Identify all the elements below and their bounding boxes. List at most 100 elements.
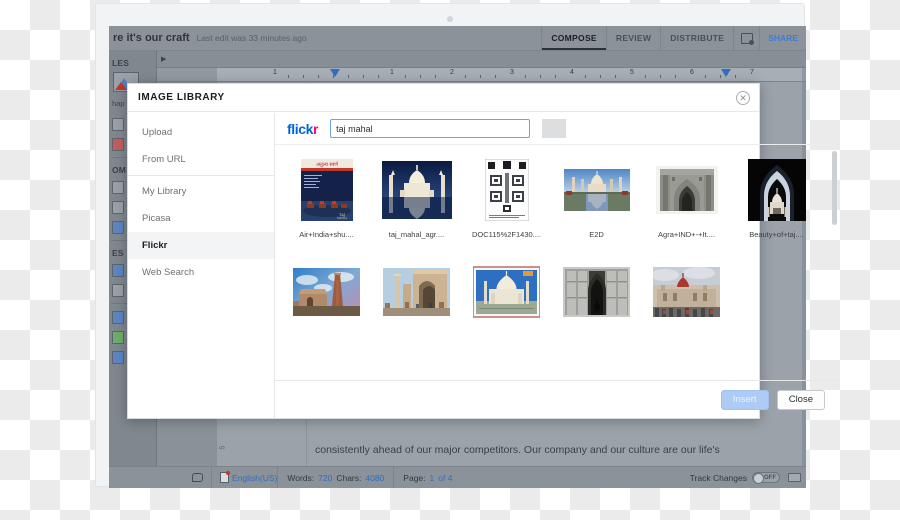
nav-item-upload[interactable]: Upload	[128, 119, 274, 146]
rail-item-label: hap	[112, 100, 125, 108]
document-title[interactable]: re it's our craft	[109, 32, 190, 44]
document-paragraph-line: consistently ahead of our major competit…	[315, 444, 720, 456]
ruler-number: 5	[630, 69, 634, 76]
keyboard-icon[interactable]	[788, 473, 801, 482]
result-item[interactable]: E2D	[557, 159, 636, 239]
indent-marker-left[interactable]	[330, 69, 340, 77]
puzzle-icon	[112, 284, 124, 297]
toggle-state-label: OFF	[764, 475, 776, 481]
track-changes-control[interactable]: Track Changes OFF	[690, 472, 788, 483]
chars-value: 4080	[365, 473, 384, 483]
tab-review[interactable]: REVIEW	[606, 26, 660, 50]
chars-label: Chars:	[336, 473, 361, 483]
indent-marker-right[interactable]	[721, 69, 731, 77]
result-item[interactable]	[557, 261, 636, 332]
close-circle-icon[interactable]: ✕	[736, 91, 750, 105]
ruler-number: 2	[450, 69, 454, 76]
tab-distribute[interactable]: DISTRIBUTE	[660, 26, 733, 50]
scrollbar-thumb[interactable]	[832, 151, 837, 225]
tab-compose[interactable]: COMPOSE	[541, 26, 606, 50]
svg-text:अतुल्य स्वर्ण: अतुल्य स्वर्ण	[316, 161, 339, 168]
close-button[interactable]: Close	[777, 390, 825, 410]
result-item[interactable]: अतुल्य स्वर्ण	[287, 159, 366, 239]
result-item[interactable]: taj_mahal_agr....	[377, 159, 456, 239]
comment-icon[interactable]	[192, 473, 203, 482]
words-label: Words:	[287, 473, 314, 483]
thumbnail-image	[382, 159, 452, 221]
document-ruler[interactable]: 1 1 2 3 4 5 6 7	[157, 68, 806, 82]
results-row-2	[275, 261, 839, 332]
nav-item-from-url[interactable]: From URL	[128, 146, 274, 173]
search-bar: flickr	[275, 113, 839, 145]
words-value: 720	[318, 473, 332, 483]
page-side-marker: 5	[219, 446, 226, 450]
search-submit-button[interactable]	[542, 119, 566, 138]
ruler-number: 6	[690, 69, 694, 76]
result-item[interactable]: Agra+IND+-+It....	[647, 159, 726, 239]
result-item[interactable]: DOC115%2F1430....	[467, 159, 546, 239]
result-caption: E2D	[589, 230, 604, 239]
dialog-footer: Insert Close	[275, 380, 839, 418]
notifications-button[interactable]	[733, 26, 759, 50]
dialog-title: IMAGE LIBRARY	[138, 92, 225, 103]
rail-section-heading-1: LES	[109, 54, 156, 70]
search-results-area[interactable]: अतुल्य स्वर्ण	[275, 145, 839, 380]
insert-button[interactable]: Insert	[721, 390, 769, 410]
window-dot-indicator	[447, 16, 453, 22]
thumbnail-image	[383, 261, 450, 323]
thumbnail-image	[748, 159, 806, 221]
equation-icon	[112, 118, 124, 131]
language-indicator[interactable]: English(US)	[211, 467, 277, 488]
ruler-number: 4	[570, 69, 574, 76]
svg-text:MAHAL: MAHAL	[337, 216, 348, 220]
results-scrollbar[interactable]	[833, 147, 838, 378]
flickr-logo-part1: flick	[287, 121, 313, 137]
editor-statusbar: English(US) Words: 720 Chars: 4080 Page:…	[109, 466, 806, 488]
page-total: of 4	[438, 473, 452, 483]
result-caption: Agra+IND+-+It....	[658, 230, 715, 239]
result-item[interactable]: Beauty+of+taj....	[737, 159, 816, 239]
notification-bell-icon	[741, 33, 753, 44]
result-caption: Beauty+of+taj....	[749, 230, 804, 239]
editor-tool-strip: ▶	[157, 51, 806, 68]
thumbnail-image	[473, 261, 540, 323]
strip-expand-icon[interactable]: ▶	[157, 55, 170, 63]
thumbnail-image	[564, 159, 630, 221]
page-label: Page:	[403, 473, 425, 483]
last-edit-status: Last edit was 33 minutes ago	[197, 33, 307, 43]
thumbnail-image	[293, 261, 360, 323]
editor-tabs: COMPOSE REVIEW DISTRIBUTE SHARE	[541, 26, 806, 50]
flickr-logo-part2: r	[313, 121, 318, 137]
image-library-dialog: IMAGE LIBRARY ✕ Upload From URL My Libra…	[127, 83, 760, 419]
result-item[interactable]	[377, 261, 456, 332]
thumbnail-image	[485, 159, 529, 221]
track-changes-label: Track Changes	[690, 473, 747, 483]
flickr-logo: flickr	[287, 121, 318, 137]
spellcheck-icon	[220, 472, 229, 483]
nav-item-flickr[interactable]: Flickr	[128, 232, 274, 259]
dialog-source-nav: Upload From URL My Library Picasa Flickr…	[128, 113, 275, 418]
nav-item-web-search[interactable]: Web Search	[128, 259, 274, 286]
page-indicator-group[interactable]: Page: 1 of 4	[393, 467, 461, 488]
nav-divider	[128, 175, 274, 176]
share-button[interactable]: SHARE	[759, 26, 806, 50]
nav-item-my-library[interactable]: My Library	[128, 178, 274, 205]
result-item[interactable]	[647, 261, 726, 332]
video-icon	[112, 138, 124, 151]
dialog-body: Upload From URL My Library Picasa Flickr…	[128, 113, 759, 418]
result-item[interactable]	[467, 261, 546, 332]
ruler-number: 1	[273, 69, 277, 76]
language-label: English(US)	[232, 473, 277, 483]
dialog-content: flickr अतुल्य स्वर्ण	[275, 113, 839, 418]
screenshot-canvas: re it's our craft Last edit was 33 minut…	[0, 0, 900, 520]
result-caption: taj_mahal_agr....	[389, 230, 444, 239]
search-input[interactable]	[330, 119, 530, 138]
window-titlebar	[96, 4, 804, 27]
bookmark-icon	[112, 264, 124, 277]
result-caption: Air+India+shu....	[299, 230, 354, 239]
result-item[interactable]	[287, 261, 366, 332]
nav-item-picasa[interactable]: Picasa	[128, 205, 274, 232]
track-changes-toggle[interactable]: OFF	[752, 472, 780, 483]
comment-ref-icon	[112, 351, 124, 364]
dialog-header: IMAGE LIBRARY ✕	[128, 84, 759, 112]
